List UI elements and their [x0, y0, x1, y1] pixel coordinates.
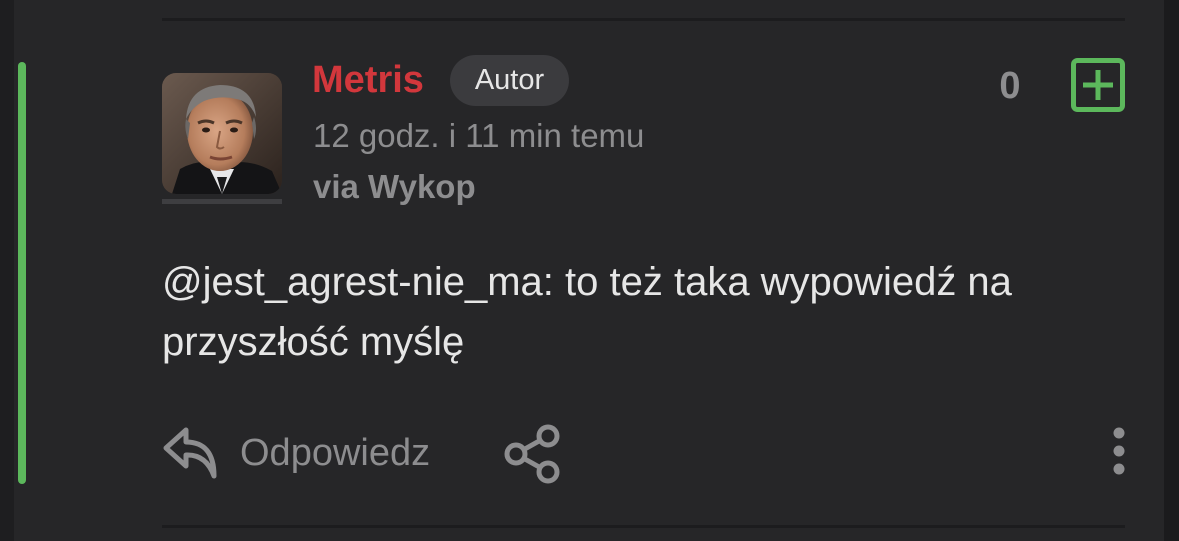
source-label: via Wykop [313, 168, 476, 205]
divider [162, 18, 1125, 21]
share-icon [504, 424, 560, 484]
avatar-portrait [162, 73, 282, 194]
page-gutter [1164, 0, 1179, 541]
avatar-underline [162, 199, 282, 204]
plus-square-icon [1071, 58, 1125, 112]
reply-arrow-icon [163, 427, 217, 479]
upvote-button[interactable] [1071, 58, 1125, 112]
divider [162, 525, 1125, 528]
vote-count: 0 [999, 65, 1021, 107]
comment-text: @jest_agrest-nie_ma: to też taka wypowie… [162, 260, 1012, 364]
reply-button[interactable] [162, 424, 218, 480]
more-options-button[interactable] [1104, 423, 1134, 479]
vertical-ellipsis-icon [1113, 427, 1125, 475]
author-badge: Autor [450, 55, 569, 106]
share-button[interactable] [500, 422, 566, 486]
avatar[interactable] [162, 73, 282, 194]
author-name[interactable]: Metris [312, 57, 424, 103]
reply-label[interactable]: Odpowiedz [240, 430, 430, 476]
timestamp: 12 godz. i 11 min temu [313, 117, 645, 154]
thread-accent-bar [18, 62, 26, 484]
